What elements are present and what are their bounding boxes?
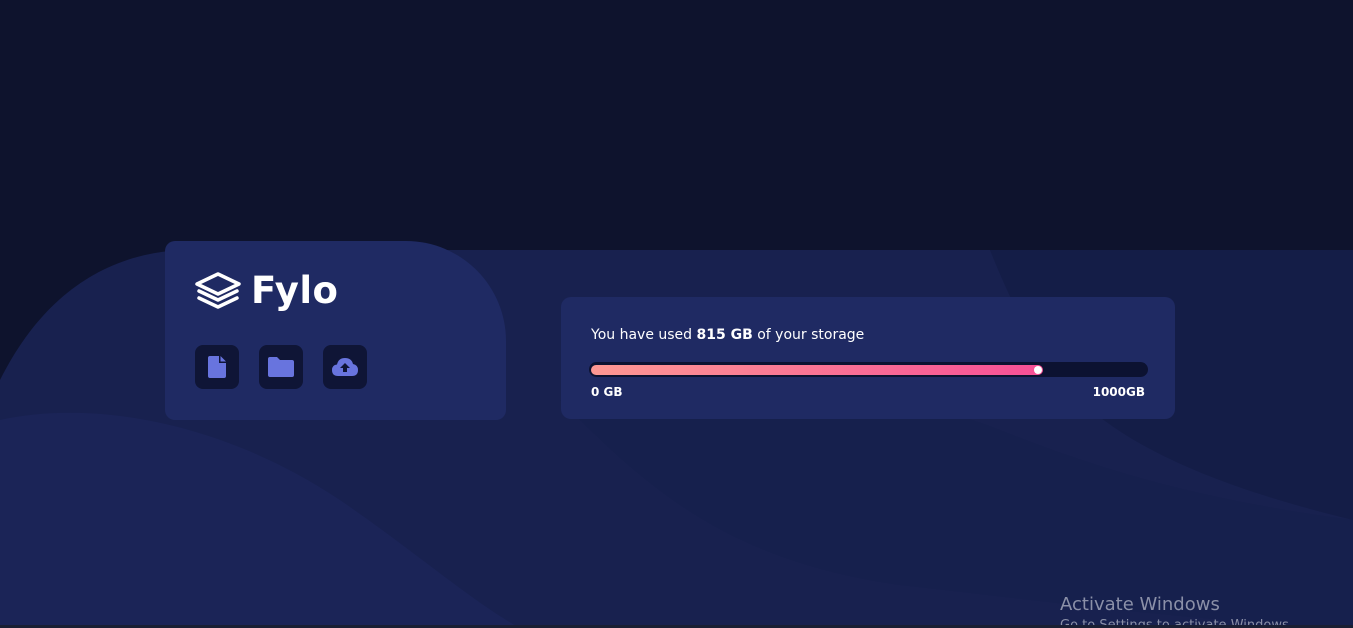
page: Fylo You have used 815 GB of your storag… [0,0,1353,628]
brand-logo: Fylo [194,269,338,313]
document-icon [208,356,226,378]
storage-summary: You have used 815 GB of your storage [591,327,864,343]
cloud-upload-icon [332,358,358,376]
storage-progress-track [589,362,1148,377]
storage-max-label: 1000GB [1092,385,1145,399]
storage-progress-fill [591,365,1043,375]
logo-card: Fylo [165,241,506,420]
activation-title: Activate Windows [1060,594,1220,615]
storage-suffix: of your storage [752,327,865,343]
folder-icon [268,357,294,377]
layers-logo-icon [195,272,241,309]
storage-card: You have used 815 GB of your storage 0 G… [561,297,1175,419]
document-button[interactable] [195,345,239,389]
storage-prefix: You have used [591,327,697,343]
brand-name: Fylo [251,269,339,312]
upload-button[interactable] [323,345,367,389]
windows-activation-watermark: Activate Windows Go to Settings to activ… [1060,594,1293,628]
storage-min-label: 0 GB [591,385,623,399]
folder-button[interactable] [259,345,303,389]
storage-used-amount: 815 GB [696,327,753,343]
progress-knob [1034,366,1042,374]
file-actions [195,345,387,389]
